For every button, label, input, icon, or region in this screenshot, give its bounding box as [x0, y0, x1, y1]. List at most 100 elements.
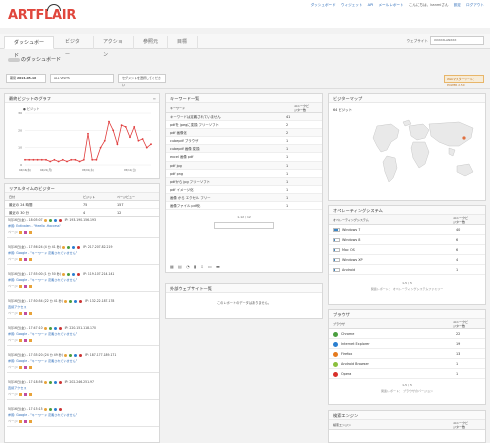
page-view-icon[interactable] [19, 365, 23, 369]
page-view-icon[interactable] [19, 419, 23, 423]
tab-visitors[interactable]: ビジター [56, 36, 94, 58]
page-view-icon[interactable] [19, 392, 23, 396]
panel-menu-icon[interactable]: ≡ [153, 94, 156, 103]
page-view-icon[interactable] [19, 257, 23, 261]
brand-logo[interactable]: ARTFLAIR [8, 8, 76, 23]
tab-referrers[interactable]: 参照元 [134, 36, 168, 49]
browser-related-link[interactable]: 関連レポート： ブラウザのバージョン [329, 389, 485, 393]
keyword-row[interactable]: pdf png 1 [166, 170, 322, 178]
visits-data-point[interactable] [99, 146, 102, 149]
keyword-row[interactable]: cubepdf 画像 変換 1 [166, 145, 322, 154]
visitor-entry[interactable]: 5月16日(金) - 17:50:54 (22 分 41 秒) IP: 132.2… [5, 298, 159, 316]
keyword-row[interactable]: cubepdf ブラウザ 1 [166, 137, 322, 146]
browser-row[interactable]: Firefox 13 [329, 349, 485, 359]
page-view-icon[interactable] [24, 311, 28, 315]
keyword-row[interactable]: キーワードは定義されていません 41 [166, 113, 322, 122]
visitor-entry[interactable]: 5月16日(金) - 18:05:07 IP: 193.190.156.193 参照… [5, 217, 159, 235]
visits-data-point[interactable] [82, 158, 85, 161]
visitor-entry[interactable]: 5月16日(金) - 17:56:24 (4 分 41 秒) IP: 217.20… [5, 244, 159, 262]
toplink-settings[interactable]: 設定 [454, 3, 461, 7]
visits-data-point[interactable] [40, 158, 43, 161]
segment-filter[interactable]: セグメントを選択してください [118, 74, 166, 87]
world-map[interactable] [333, 116, 483, 196]
keyword-row[interactable]: 画像ファイル pdf化 1 [166, 202, 322, 211]
visits-data-point[interactable] [112, 129, 115, 132]
os-related-link[interactable]: 関連レポート： オペレーティングシステムファミリー [329, 287, 485, 291]
browser-row[interactable]: Internet Explorer 19 [329, 339, 485, 349]
page-view-icon[interactable] [19, 311, 23, 315]
visits-data-point[interactable] [49, 160, 52, 163]
toplink-logout[interactable]: ログアウト [466, 3, 484, 7]
visits-data-point[interactable] [150, 143, 152, 146]
visits-data-point[interactable] [137, 139, 140, 142]
website-select[interactable]: XXXXXLANXXX [430, 36, 484, 45]
visits-data-point[interactable] [53, 158, 56, 161]
page-view-icon[interactable] [24, 365, 28, 369]
tab-dashboard[interactable]: ダッシュボード [4, 36, 54, 59]
visits-data-point[interactable] [28, 158, 31, 161]
page-view-icon[interactable] [24, 257, 28, 261]
page-view-icon[interactable] [29, 365, 33, 369]
page-view-icon[interactable] [29, 284, 33, 288]
visits-data-point[interactable] [74, 158, 77, 161]
visits-data-point[interactable] [57, 160, 60, 163]
browser-row[interactable]: Opera 1 [329, 369, 485, 379]
tab-actions[interactable]: アクション [94, 36, 134, 58]
site-filter[interactable]: ALL VISITS [50, 74, 114, 83]
os-row[interactable]: Mac OS 6 [329, 245, 485, 255]
visitor-entry[interactable]: 5月16日(金) - 17:15:15 参照: Google - "キーワード 定… [5, 406, 159, 424]
visits-data-point[interactable] [124, 125, 127, 128]
keyword-row[interactable]: pdf イメージ化 1 [166, 186, 322, 194]
os-row[interactable]: Windows 7 40 [329, 225, 485, 235]
page-view-icon[interactable] [19, 338, 23, 342]
page-view-icon[interactable] [24, 230, 28, 234]
browser-row[interactable]: Android Browser 1 [329, 359, 485, 369]
visitor-entry[interactable]: 5月16日(金) - 17:18:56 IP: 202.246.251.97 直接ア… [5, 379, 159, 397]
toplink-widgets[interactable]: ウィジェット [341, 3, 363, 7]
page-view-icon[interactable] [24, 392, 28, 396]
page-view-icon[interactable] [29, 230, 33, 234]
visits-data-point[interactable] [78, 160, 81, 163]
visits-data-point[interactable] [36, 158, 39, 161]
keyword-row[interactable]: pdfから jpg フリーソフト 1 [166, 177, 322, 186]
date-filter[interactable]: 期間 2014-05-16 [6, 74, 46, 83]
visits-data-point[interactable] [141, 138, 144, 140]
visits-data-point[interactable] [103, 139, 106, 142]
page-view-icon[interactable] [29, 311, 33, 315]
toplink-api[interactable]: API [368, 3, 374, 7]
os-row[interactable]: Android 1 [329, 265, 485, 275]
visits-data-point[interactable] [91, 158, 94, 161]
page-view-icon[interactable] [29, 419, 33, 423]
visits-data-point[interactable] [70, 158, 73, 161]
toplink-dashboard[interactable]: ダッシュボード [311, 3, 336, 7]
visits-data-point[interactable] [120, 124, 123, 127]
keyword-row[interactable]: pdf 画像化 2 [166, 129, 322, 138]
visitor-entry[interactable]: 5月16日(金) - 17:35:20 (24 分 49 秒) IP: 187.1… [5, 352, 159, 370]
os-row[interactable]: Windows XP 4 [329, 255, 485, 265]
visits-data-point[interactable] [66, 160, 68, 163]
visitor-entry[interactable]: 5月16日(金) - 17:55:00 (1 分 50 秒) IP: 119.10… [5, 271, 159, 289]
browser-row[interactable]: Chrome 22 [329, 329, 485, 339]
tab-goals[interactable]: 目標 [168, 36, 198, 49]
visits-data-point[interactable] [24, 158, 26, 161]
visits-data-point[interactable] [129, 136, 131, 139]
keyword-row[interactable]: pdfを jpegに変換 フリーソフト 2 [166, 121, 322, 130]
visits-data-point[interactable] [32, 158, 35, 161]
visits-data-point[interactable] [87, 132, 89, 135]
keyword-search-input[interactable] [214, 222, 274, 230]
page-view-icon[interactable] [29, 338, 33, 342]
toplink-email-reports[interactable]: メールレポート [378, 3, 403, 7]
page-view-icon[interactable] [29, 392, 33, 396]
visits-data-point[interactable] [61, 158, 64, 161]
os-row[interactable]: Windows 8 6 [329, 235, 485, 245]
visits-data-point[interactable] [145, 146, 148, 149]
page-view-icon[interactable] [24, 338, 28, 342]
visits-data-point[interactable] [95, 158, 98, 161]
table-view-icons[interactable]: ▦ ▤ ◔ ▮ ⇩ ▭ ▬ [170, 264, 221, 269]
upgrade-button[interactable]: Webマスターツール：POWER 2.50 [444, 75, 484, 87]
visits-data-point[interactable] [45, 158, 47, 161]
page-view-icon[interactable] [24, 284, 28, 288]
page-view-icon[interactable] [19, 230, 23, 234]
keyword-row[interactable]: pdf jpg 1 [166, 161, 322, 170]
keyword-row[interactable]: excel 画像 pdf 1 [166, 153, 322, 162]
